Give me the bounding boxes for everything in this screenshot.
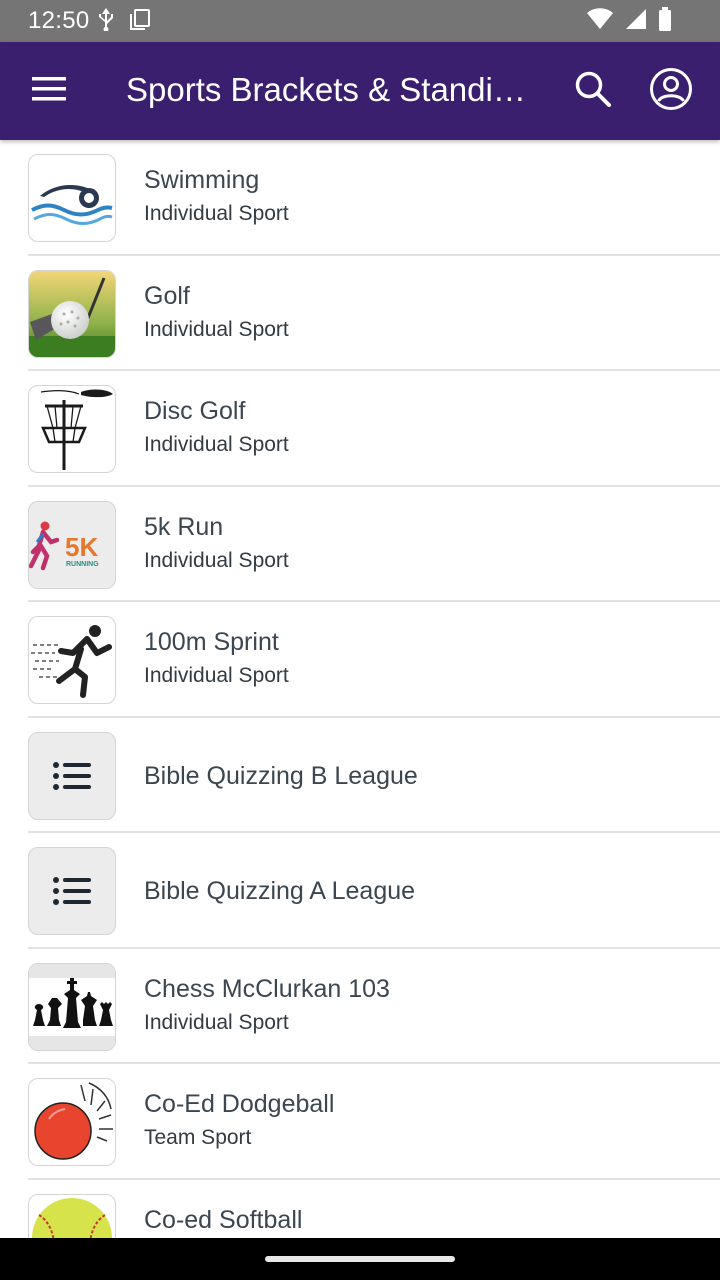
- item-subtitle: Individual Sport: [144, 664, 289, 687]
- item-title: Golf: [144, 281, 190, 310]
- list-icon: [53, 761, 91, 791]
- 5k-running-icon: 5K RUNNING: [29, 502, 115, 588]
- sport-thumbnail: [28, 847, 116, 935]
- sprinter-icon: [29, 617, 115, 703]
- sport-thumbnail: 5K RUNNING: [28, 500, 116, 589]
- app-title: Sports Brackets & Standings: [126, 71, 536, 108]
- status-time: 12:50: [28, 7, 90, 34]
- sport-thumbnail: [28, 616, 116, 704]
- navigation-bar: [0, 1238, 720, 1280]
- cellular-signal-icon: [624, 7, 648, 36]
- screenshot-icon: [128, 7, 152, 36]
- sport-thumbnail: [28, 154, 116, 242]
- item-subtitle: Individual Sport: [144, 202, 289, 225]
- usb-debug-icon: [98, 7, 114, 36]
- item-subtitle: Individual Sport: [144, 1010, 289, 1034]
- item-title: 5k Run: [144, 512, 224, 541]
- item-title: Co-Ed Dodgeball: [144, 1090, 335, 1118]
- sport-thumbnail: [28, 1193, 116, 1238]
- item-title: Disc Golf: [144, 397, 246, 425]
- menu-button[interactable]: [24, 68, 74, 114]
- list-item-softball[interactable]: Co-ed Softball: [0, 1180, 720, 1238]
- sport-thumbnail: [28, 269, 116, 358]
- sports-list: Swimming Individual Sport Golf Individua…: [0, 140, 720, 1238]
- item-title: 100m Sprint: [144, 628, 279, 656]
- item-title: Swimming: [144, 166, 260, 194]
- disc-golf-basket-icon: [29, 386, 115, 472]
- list-item-golf[interactable]: Golf Individual Sport: [0, 256, 720, 371]
- item-subtitle: Individual Sport: [144, 317, 289, 341]
- dodgeball-icon: [29, 1079, 115, 1165]
- item-title: Bible Quizzing B League: [144, 761, 418, 790]
- sport-thumbnail: [28, 1078, 116, 1166]
- list-item-dodgeball[interactable]: Co-Ed Dodgeball Team Sport: [0, 1064, 720, 1180]
- battery-icon: [658, 6, 672, 36]
- list-item-swimming[interactable]: Swimming Individual Sport: [0, 140, 720, 256]
- chess-pieces-icon: [29, 963, 115, 1050]
- account-circle-icon: [649, 67, 693, 116]
- golf-ball-icon: [29, 270, 115, 357]
- account-button[interactable]: [646, 67, 696, 116]
- menu-icon: [32, 76, 66, 106]
- item-title: Chess McClurkan 103: [144, 974, 390, 1003]
- list-item-5k-run[interactable]: 5K RUNNING 5k Run Individual Sport: [0, 487, 720, 602]
- list-item-chess[interactable]: Chess McClurkan 103 Individual Sport: [0, 949, 720, 1064]
- home-indicator[interactable]: [265, 1256, 455, 1262]
- status-bar: 12:50: [0, 0, 720, 42]
- 5k-logo-subtext: RUNNING: [66, 561, 99, 568]
- sport-thumbnail: [28, 731, 116, 820]
- wifi-icon: [586, 7, 614, 36]
- softball-icon: [29, 1195, 115, 1238]
- sport-thumbnail: [28, 962, 116, 1051]
- list-item-100m-sprint[interactable]: 100m Sprint Individual Sport: [0, 602, 720, 718]
- swimmer-icon: [30, 168, 114, 228]
- list-item-bible-quizzing-b[interactable]: Bible Quizzing B League: [0, 718, 720, 833]
- search-icon: [574, 70, 612, 113]
- list-item-disc-golf[interactable]: Disc Golf Individual Sport: [0, 371, 720, 487]
- search-button[interactable]: [570, 68, 616, 114]
- sport-thumbnail: [28, 385, 116, 473]
- item-title: Co-ed Softball: [144, 1205, 303, 1234]
- list-item-bible-quizzing-a[interactable]: Bible Quizzing A League: [0, 833, 720, 949]
- item-subtitle: Individual Sport: [144, 548, 289, 572]
- app-bar: Sports Brackets & Standings: [0, 42, 720, 140]
- item-title: Bible Quizzing A League: [144, 877, 416, 905]
- list-icon: [53, 876, 91, 906]
- 5k-logo-text: 5K: [65, 532, 98, 562]
- item-subtitle: Team Sport: [144, 1126, 252, 1149]
- item-subtitle: Individual Sport: [144, 433, 289, 456]
